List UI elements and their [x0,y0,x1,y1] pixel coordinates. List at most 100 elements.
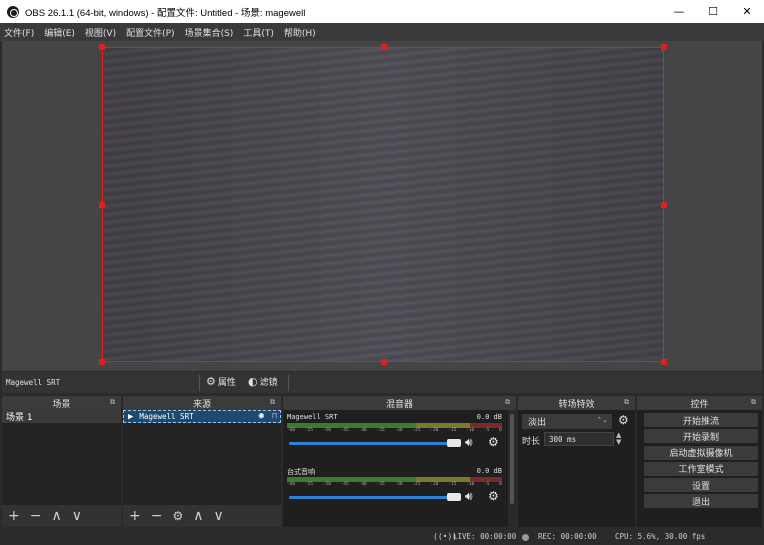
transitions-panel: 淡出 ⌃⌄ ⚙ 时长 300 ms ▲ ▼ [518,410,635,527]
menu-profile[interactable]: 配置文件(P) [126,26,174,39]
scenes-dock: 场景 ⧉ 场景 1 + − ∧ ∨ [2,396,121,527]
scenes-dock-title: 场景 [52,399,71,410]
minimize-button[interactable]: — [662,0,696,23]
exit-button[interactable]: 退出 [644,494,758,509]
start-virtual-camera-button[interactable]: 启动虚拟摄像机 [644,445,758,460]
scenes-toolbar: + − ∧ ∨ [2,505,121,527]
controls-dock: 控件 ⧉ 开始推流 开始录制 启动虚拟摄像机 工作室模式 设置 退出 [637,396,762,527]
chevron-updown-icon: ⌃⌄ [596,416,608,424]
add-source-icon[interactable]: + [129,509,141,523]
toolbar-divider [199,375,200,391]
scenes-list: 场景 1 [2,410,121,505]
settings-button[interactable]: 设置 [644,478,758,493]
move-up-icon[interactable]: ∧ [193,509,203,523]
volume-slider[interactable] [289,496,449,499]
source-item-label: Magewell SRT [139,412,194,421]
undock-icon[interactable]: ⧉ [270,398,275,407]
mixer-scrollbar[interactable] [508,410,516,527]
duration-spinner[interactable]: ▲ ▼ [616,432,621,446]
undock-icon[interactable]: ⧉ [624,398,629,407]
obs-app-icon [7,5,19,18]
resize-handle-bl[interactable] [99,359,105,365]
transitions-dock: 转场特效 ⧉ 淡出 ⌃⌄ ⚙ 时长 300 ms ▲ ▼ [518,396,635,527]
source-toolbar: Magewell SRT ⚙ 属性 ◐ 滤镜 [2,372,762,393]
menu-scene-collection[interactable]: 场景集合(S) [185,26,234,39]
move-down-icon[interactable]: ∨ [72,509,82,523]
preview-source-frame[interactable] [99,44,667,365]
media-play-icon: ▶ [128,411,134,422]
transition-select[interactable]: 淡出 ⌃⌄ [522,414,612,429]
resize-handle-mr[interactable] [661,202,667,208]
resize-handle-br[interactable] [661,359,667,365]
properties-button[interactable]: ⚙ 属性 [206,375,236,388]
duration-input[interactable]: 300 ms [544,432,614,446]
rec-dot-icon [522,532,529,541]
channel-name: Magewell SRT [287,413,338,421]
controls-dock-title: 控件 [690,399,709,410]
mixer-channel: 台式音响 0.0 dB -60 -55 -50 -45 -40 -35 -30 -25 -20-… [287,467,504,521]
resize-handle-tc[interactable] [381,44,387,50]
channel-db: 0.0 dB [476,413,502,421]
remove-scene-icon[interactable]: − [30,509,42,523]
source-item[interactable]: ▶ Magewell SRT ◉ ⊓ [123,410,281,423]
status-bar: ((•)) LIVE: 00:00:00 REC: 00:00:00 CPU: … [0,527,764,545]
menu-tools[interactable]: 工具(T) [243,26,274,39]
maximize-button[interactable]: ☐ [696,0,730,23]
source-properties-gear-icon[interactable]: ⚙ [172,510,183,522]
meter-ticks: -60 -55 -50 -45 -40 -35 -30 -25 -20 -15 -10 -5 0 [287,428,502,433]
menu-file[interactable]: 文件(F) [4,26,34,39]
controls-dock-header: 控件 ⧉ [637,396,762,410]
start-streaming-button[interactable]: 开始推流 [644,413,758,427]
visibility-eye-icon[interactable]: ◉ [259,411,264,421]
channel-db: 0.0 dB [476,467,502,475]
filters-label: 滤镜 [259,378,278,388]
sources-toolbar: + − ⚙ ∧ ∨ [123,505,281,527]
preview-canvas[interactable] [2,41,762,371]
resize-handle-tr[interactable] [661,44,667,50]
resize-handle-bc[interactable] [381,359,387,365]
speaker-icon[interactable]: 🔊︎ [465,435,473,450]
volume-slider-handle[interactable] [447,493,461,501]
sources-dock-header: 来源 ⧉ [123,396,281,410]
menu-edit[interactable]: 编辑(E) [44,26,75,39]
volume-slider-handle[interactable] [447,439,461,447]
window-controls: — ☐ ✕ [662,0,764,23]
mixer-channels: Magewell SRT 0.0 dB -60 -55 -50 -45 -40 -35 -3… [283,410,508,527]
undock-icon[interactable]: ⧉ [751,398,756,407]
gear-icon: ⚙ [206,375,216,388]
duration-label: 时长 [522,437,541,447]
speaker-icon[interactable]: 🔊︎ [465,489,473,504]
undock-icon[interactable]: ⧉ [505,398,510,407]
undock-icon[interactable]: ⧉ [110,398,115,407]
title-bar: OBS 26.1.1 (64-bit, windows) - 配置文件: Unt… [0,0,764,23]
sources-dock: 来源 ⧉ ▶ Magewell SRT ◉ ⊓ + − ⚙ ∧ ∨ [123,396,281,527]
sources-list: ▶ Magewell SRT ◉ ⊓ [123,410,281,505]
move-down-icon[interactable]: ∨ [213,509,223,523]
close-button[interactable]: ✕ [730,0,764,23]
studio-mode-button[interactable]: 工作室模式 [644,461,758,476]
volume-slider[interactable] [289,442,449,445]
selected-source-name: Magewell SRT [6,378,61,387]
remove-source-icon[interactable]: − [151,509,163,523]
resize-handle-ml[interactable] [99,202,105,208]
channel-settings-gear-icon[interactable]: ⚙ [488,489,499,503]
chevron-down-icon[interactable]: ▼ [616,439,621,446]
lock-icon[interactable]: ⊓ [272,411,277,420]
mixer-dock-title: 混音器 [385,399,413,410]
mixer-dock-header: 混音器 ⧉ [283,396,516,410]
transitions-dock-title: 转场特效 [558,399,595,410]
transition-settings-gear-icon[interactable]: ⚙ [618,413,629,427]
scene-item[interactable]: 场景 1 [2,410,121,423]
mixer-dock: 混音器 ⧉ Magewell SRT 0.0 dB -60 -55 -50 -45 -4… [283,396,516,527]
move-up-icon[interactable]: ∧ [51,509,61,523]
menu-help[interactable]: 帮助(H) [284,26,316,39]
scenes-dock-header: 场景 ⧉ [2,396,121,410]
menu-view[interactable]: 视图(V) [85,26,116,39]
filters-button[interactable]: ◐ 滤镜 [248,375,278,388]
transition-select-value: 淡出 [528,418,547,428]
start-recording-button[interactable]: 开始录制 [644,429,758,444]
channel-name: 台式音响 [287,468,315,476]
resize-handle-tl[interactable] [99,44,105,50]
channel-settings-gear-icon[interactable]: ⚙ [488,435,499,449]
add-scene-icon[interactable]: + [8,509,20,523]
